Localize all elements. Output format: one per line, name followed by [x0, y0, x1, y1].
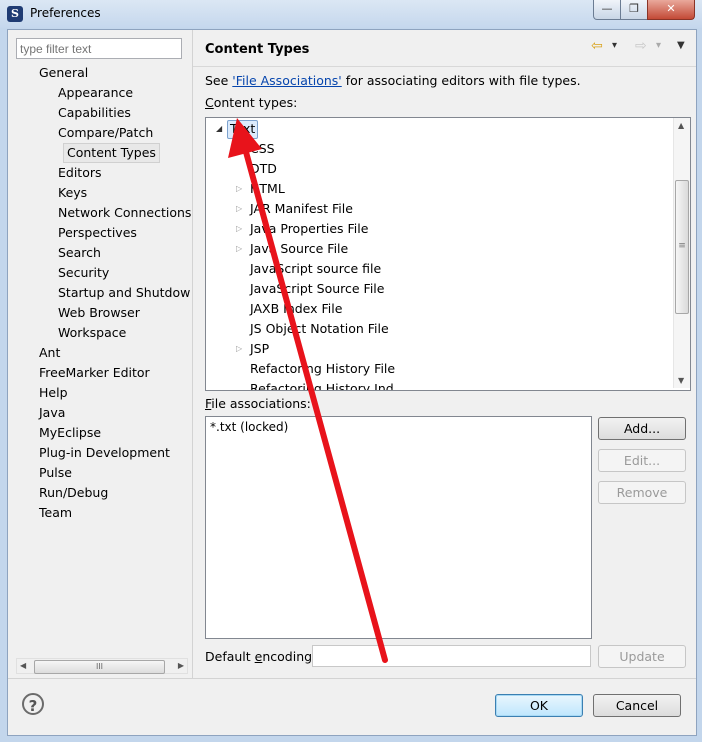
view-menu-icon[interactable]: ▼	[677, 40, 685, 51]
nav-item-myeclipse[interactable]: MyEclipse	[39, 423, 101, 442]
default-encoding-label: Default encoding:	[205, 649, 316, 664]
desc-suffix: for associating editors with file types.	[341, 73, 581, 88]
help-icon[interactable]: ?	[22, 693, 44, 715]
nav-item-search[interactable]: Search	[58, 243, 101, 262]
scroll-up-icon[interactable]: ▲	[678, 121, 684, 130]
nav-item-keys[interactable]: Keys	[58, 183, 87, 202]
nav-item-run-debug[interactable]: Run/Debug	[39, 483, 108, 502]
content-types-label: Content types:	[205, 95, 297, 110]
window-title: Preferences	[30, 6, 101, 20]
edit-button[interactable]: Edit...	[598, 449, 686, 472]
filter-input[interactable]	[16, 38, 182, 59]
file-associations-list[interactable]: *.txt (locked)	[205, 416, 592, 639]
file-associations-link[interactable]: 'File Associations'	[232, 73, 341, 88]
list-item[interactable]: *.txt (locked)	[210, 420, 288, 434]
nav-item-plug-in-development[interactable]: Plug-in Development	[39, 443, 170, 462]
content-type-item[interactable]: Java Properties File	[250, 220, 368, 238]
expand-icon[interactable]: ▷	[236, 184, 242, 193]
mnemonic: C	[205, 95, 214, 110]
page-nav-tools: ⇦ ▾ ⇨ ▾ ▼	[591, 38, 691, 58]
button-bar-separator	[8, 678, 696, 679]
content-type-item[interactable]: Text	[227, 120, 259, 139]
nav-item-web-browser[interactable]: Web Browser	[58, 303, 140, 322]
default-encoding-input[interactable]	[312, 645, 591, 667]
remove-button[interactable]: Remove	[598, 481, 686, 504]
update-button[interactable]: Update	[598, 645, 686, 668]
nav-item-java[interactable]: Java	[39, 403, 65, 422]
nav-item-capabilities[interactable]: Capabilities	[58, 103, 131, 122]
pane-divider[interactable]	[192, 30, 193, 678]
label-text: Default	[205, 649, 255, 664]
nav-item-help[interactable]: Help	[39, 383, 68, 402]
label-text: ncoding:	[262, 649, 317, 664]
content-type-item[interactable]: HTML	[250, 180, 285, 198]
expand-icon[interactable]: ▷	[236, 344, 242, 353]
content-types-vscrollbar[interactable]: ▲ ≡ ▼	[673, 118, 690, 388]
nav-item-freemarker-editor[interactable]: FreeMarker Editor	[39, 363, 150, 382]
scroll-left-icon[interactable]: ◀	[20, 661, 26, 670]
file-associations-label: File associations:	[205, 396, 311, 411]
content-type-item[interactable]: Refactoring History Ind	[250, 380, 394, 390]
expand-icon[interactable]: ▷	[236, 204, 242, 213]
scroll-down-icon[interactable]: ▼	[678, 376, 684, 385]
nav-item-pulse[interactable]: Pulse	[39, 463, 72, 482]
preferences-window: S Preferences — ❐ ✕ GeneralAppearanceCap…	[0, 0, 702, 742]
label-text: ontent types:	[213, 95, 298, 110]
nav-item-ant[interactable]: Ant	[39, 343, 60, 362]
title-separator	[193, 66, 696, 67]
description: See 'File Associations' for associating …	[205, 73, 581, 88]
nav-item-security[interactable]: Security	[58, 263, 109, 282]
nav-item-editors[interactable]: Editors	[58, 163, 102, 182]
content-type-item[interactable]: Java Source File	[250, 240, 348, 258]
expand-icon[interactable]: ▷	[236, 224, 242, 233]
collapse-icon[interactable]: ◢	[216, 124, 222, 133]
title-bar[interactable]: S Preferences — ❐ ✕	[0, 0, 702, 28]
cancel-button[interactable]: Cancel	[593, 694, 681, 717]
nav-item-network-connections[interactable]: Network Connections	[58, 203, 191, 222]
expand-icon[interactable]: ▷	[236, 244, 242, 253]
content-type-item[interactable]: JS Object Notation File	[250, 320, 389, 338]
content-type-item[interactable]: Refactoring History File	[250, 360, 395, 378]
close-button[interactable]: ✕	[647, 0, 695, 20]
add-button[interactable]: Add...	[598, 417, 686, 440]
page-title: Content Types	[205, 42, 310, 57]
ok-button[interactable]: OK	[495, 694, 583, 717]
content-type-item[interactable]: JAR Manifest File	[250, 200, 353, 218]
nav-item-workspace[interactable]: Workspace	[58, 323, 126, 342]
scroll-thumb[interactable]: ≡	[675, 180, 689, 314]
maximize-button[interactable]: ❐	[620, 0, 648, 20]
content-type-item[interactable]: JavaScript Source File	[250, 280, 384, 298]
preference-nav-tree: General Appearance Capabilities Compare/Pat…	[16, 63, 192, 663]
eclipse-app-icon: S	[7, 6, 23, 22]
back-arrow-icon[interactable]: ⇦	[591, 38, 603, 54]
minimize-button[interactable]: —	[593, 0, 621, 20]
forward-menu-icon[interactable]: ▾	[656, 40, 661, 51]
nav-item-startup-and-shutdow[interactable]: Startup and Shutdow	[58, 283, 190, 302]
back-menu-icon[interactable]: ▾	[612, 40, 617, 51]
content-types-tree[interactable]: ◢ Text CSS DTD ▷ HTML ▷ JAR Manifest File ▷ Java …	[205, 117, 691, 391]
forward-arrow-icon[interactable]: ⇨	[635, 38, 647, 54]
scroll-right-icon[interactable]: ▶	[178, 661, 184, 670]
desc-prefix: See	[205, 73, 233, 88]
label-text: ile associations:	[211, 396, 311, 411]
scroll-thumb[interactable]: III	[34, 660, 165, 674]
content-type-item[interactable]: CSS	[250, 140, 275, 158]
nav-item-content-types[interactable]: Content Types	[63, 143, 160, 163]
nav-item-general[interactable]: General	[39, 63, 88, 82]
nav-item-compare-patch[interactable]: Compare/Patch	[58, 123, 153, 142]
content-type-item[interactable]: JavaScript source file	[250, 260, 381, 278]
nav-item-team[interactable]: Team	[39, 503, 72, 522]
nav-item-perspectives[interactable]: Perspectives	[58, 223, 137, 242]
content-type-item[interactable]: JAXB Index File	[250, 300, 342, 318]
dialog-client-area: GeneralAppearanceCapabilitiesCompare/Pat…	[7, 29, 697, 736]
content-type-item[interactable]: DTD	[250, 160, 277, 178]
nav-item-appearance[interactable]: Appearance	[58, 83, 133, 102]
content-type-item[interactable]: JSP	[250, 340, 269, 358]
nav-tree-hscrollbar[interactable]: ◀ III ▶	[16, 658, 188, 674]
